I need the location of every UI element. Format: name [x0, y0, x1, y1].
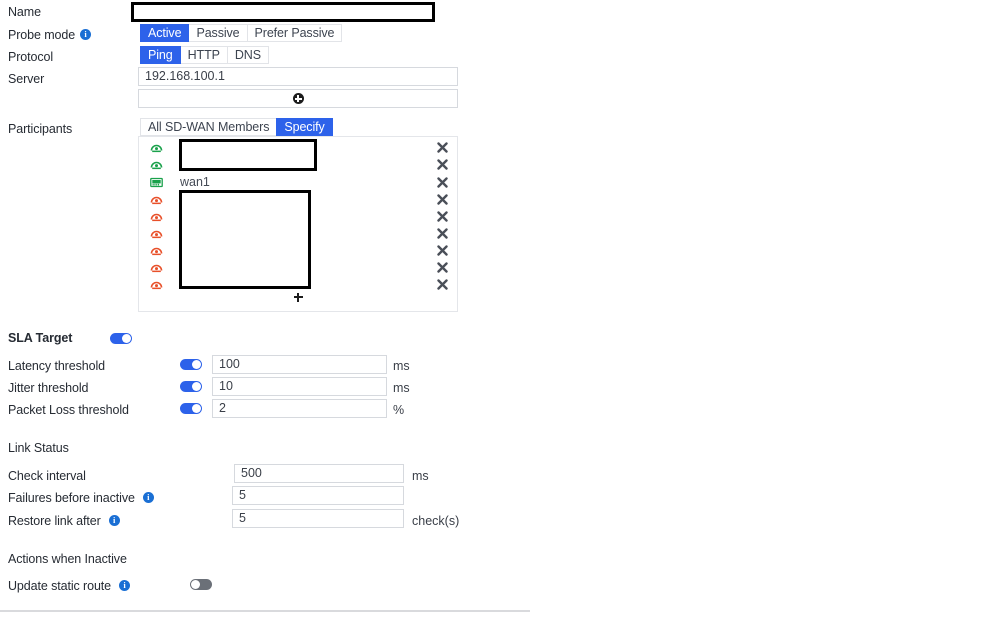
sla-target-toggle[interactable] [110, 333, 132, 344]
packet-loss-threshold-toggle[interactable] [180, 403, 202, 414]
plus-circle-icon [292, 93, 304, 104]
toggle-knob [122, 334, 131, 343]
latency-threshold-unit: ms [393, 358, 410, 373]
interface-status-up-icon [150, 158, 163, 171]
name-input[interactable] [131, 2, 435, 22]
interface-status-down-icon [150, 210, 163, 223]
probe-mode-segmented-control[interactable]: Active Passive Prefer Passive [140, 24, 343, 42]
update-static-route-info-icon[interactable]: i [119, 580, 131, 591]
link-status-title: Link Status [8, 441, 69, 455]
check-interval-unit-row: ms [412, 466, 429, 485]
restore-link-after-unit: check(s) [412, 513, 460, 528]
switch-interface-icon [150, 176, 163, 189]
restore-link-after-info-icon[interactable]: i [108, 515, 120, 526]
packet-loss-threshold-row: Packet Loss threshold [8, 400, 129, 419]
packet-loss-threshold-unit-row: % [393, 400, 404, 419]
packet-loss-threshold-label: Packet Loss threshold [8, 402, 129, 417]
close-x-icon[interactable] [437, 177, 448, 188]
name-row: Name [8, 2, 41, 21]
toggle-knob [192, 360, 201, 369]
server-add-row[interactable] [138, 89, 458, 108]
close-x-icon[interactable] [437, 245, 448, 256]
latency-threshold-row: Latency threshold [8, 356, 105, 375]
jitter-threshold-label: Jitter threshold [8, 380, 89, 395]
update-static-route-toggle[interactable] [190, 579, 212, 590]
probe-mode-label: Probe mode [8, 27, 76, 42]
failures-before-inactive-info-icon[interactable]: i [142, 492, 154, 503]
protocol-option-ping[interactable]: Ping [140, 46, 181, 64]
close-x-icon[interactable] [437, 159, 448, 170]
check-interval-label: Check interval [8, 468, 86, 483]
participants-label: Participants [8, 121, 73, 136]
close-x-icon[interactable] [437, 211, 448, 222]
restore-link-after-input[interactable]: 5 [232, 509, 404, 528]
latency-threshold-toggle[interactable] [180, 359, 202, 370]
sla-target-title: SLA Target [8, 331, 73, 345]
participants-option-all-members[interactable]: All SD-WAN Members [140, 118, 278, 136]
jitter-threshold-row: Jitter threshold [8, 378, 88, 397]
server-label: Server [8, 71, 45, 86]
interface-status-down-icon [150, 227, 163, 240]
restore-link-after-row: Restore link after i [8, 511, 120, 530]
latency-threshold-label: Latency threshold [8, 358, 105, 373]
probe-mode-info-icon[interactable]: i [80, 29, 92, 40]
jitter-threshold-toggle[interactable] [180, 381, 202, 392]
jitter-threshold-input[interactable]: 10 [212, 377, 387, 396]
protocol-row: Protocol [8, 47, 53, 66]
plus-icon [293, 292, 303, 302]
jitter-threshold-unit: ms [393, 380, 410, 395]
update-static-route-row: Update static route i [8, 576, 131, 595]
protocol-option-http[interactable]: HTTP [179, 46, 228, 64]
participants-segmented-control[interactable]: All SD-WAN Members Specify [140, 118, 333, 136]
participants-row: Participants [8, 119, 72, 138]
participant-name-redaction-top [179, 139, 317, 171]
latency-threshold-input[interactable]: 100 [212, 355, 387, 374]
latency-threshold-unit-row: ms [393, 356, 410, 375]
participant-name: wan1 [180, 175, 210, 189]
close-x-icon[interactable] [437, 194, 448, 205]
actions-when-inactive-title: Actions when Inactive [8, 552, 127, 566]
failures-before-inactive-label: Failures before inactive [8, 490, 135, 505]
toggle-knob [192, 382, 201, 391]
packet-loss-threshold-unit: % [393, 402, 405, 417]
restore-link-after-unit-row: check(s) [412, 511, 459, 530]
check-interval-unit: ms [412, 468, 429, 483]
probe-mode-row: Probe mode i [8, 25, 92, 44]
participant-name-redaction-bottom [179, 190, 311, 289]
failures-before-inactive-row: Failures before inactive i [8, 488, 154, 507]
update-static-route-label: Update static route [8, 578, 112, 593]
restore-link-after-label: Restore link after [8, 513, 101, 528]
name-label: Name [8, 4, 41, 19]
check-interval-row: Check interval [8, 466, 86, 485]
server-row: Server [8, 69, 44, 88]
probe-mode-option-prefer-passive[interactable]: Prefer Passive [246, 24, 343, 42]
participants-option-specify[interactable]: Specify [276, 118, 333, 136]
interface-status-down-icon [150, 193, 163, 206]
failures-before-inactive-input[interactable]: 5 [232, 486, 404, 505]
close-x-icon[interactable] [437, 142, 448, 153]
list-item[interactable]: wan1 [139, 174, 457, 191]
interface-status-down-icon [150, 244, 163, 257]
close-x-icon[interactable] [437, 262, 448, 273]
toggle-knob [191, 580, 200, 589]
interface-status-up-icon [150, 141, 163, 154]
jitter-threshold-unit-row: ms [393, 378, 410, 397]
probe-mode-option-passive[interactable]: Passive [188, 24, 248, 42]
protocol-label: Protocol [8, 49, 54, 64]
toggle-knob [192, 404, 201, 413]
protocol-option-dns[interactable]: DNS [226, 46, 269, 64]
protocol-segmented-control[interactable]: Ping HTTP DNS [140, 46, 269, 64]
close-x-icon[interactable] [437, 228, 448, 239]
bottom-divider [0, 610, 530, 612]
add-participant-button[interactable] [139, 289, 457, 305]
participants-list-panel: wan1 [138, 136, 458, 312]
check-interval-input[interactable]: 500 [234, 464, 404, 483]
packet-loss-threshold-input[interactable]: 2 [212, 399, 387, 418]
probe-mode-option-active[interactable]: Active [140, 24, 190, 42]
interface-status-down-icon [150, 261, 163, 274]
server-input[interactable]: 192.168.100.1 [138, 67, 458, 86]
